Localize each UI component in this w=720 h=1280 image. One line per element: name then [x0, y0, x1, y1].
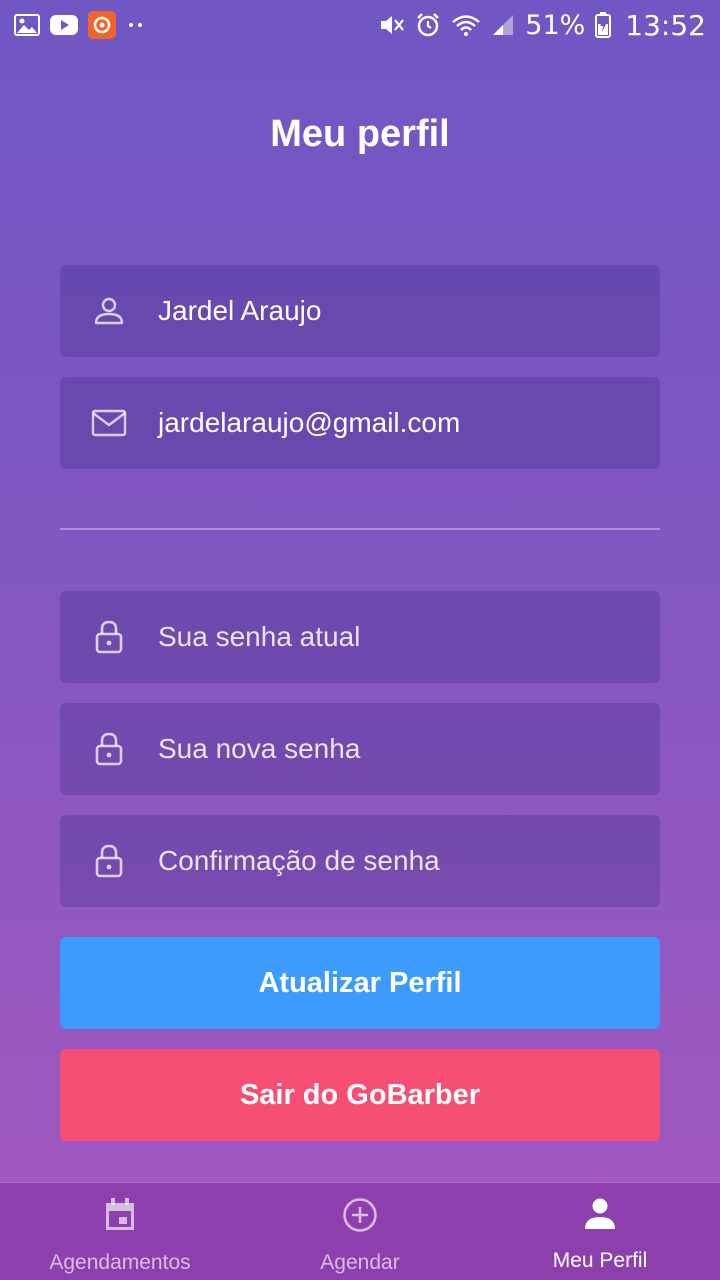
email-value: jardelaraujo@gmail.com: [158, 407, 461, 438]
lock-icon: [60, 731, 158, 767]
lock-icon: [60, 843, 158, 879]
status-bar: 51% 13:52: [0, 0, 720, 50]
current-password-field[interactable]: Sua senha atual: [60, 591, 660, 683]
user-icon: [60, 295, 158, 327]
plus-circle-icon: [342, 1197, 378, 1238]
alarm-icon: [415, 12, 441, 38]
tab-label: Agendar: [320, 1251, 400, 1274]
mail-icon: [60, 409, 158, 437]
signal-icon: [491, 13, 515, 37]
divider: [60, 528, 660, 530]
gallery-icon: [14, 14, 40, 36]
page-title: Meu perfil: [270, 113, 450, 155]
battery-percent: 51%: [525, 9, 586, 41]
person-icon: [584, 1197, 616, 1236]
bottom-tab-bar: Agendamentos Agendar Meu Perfil: [0, 1182, 720, 1280]
tab-label: Meu Perfil: [552, 1249, 648, 1272]
wifi-icon: [451, 13, 481, 37]
app-notification-icon: [88, 11, 116, 39]
email-field[interactable]: jardelaraujo@gmail.com: [60, 377, 660, 469]
youtube-icon: [50, 15, 78, 35]
confirm-password-field[interactable]: Confirmação de senha: [60, 815, 660, 907]
tab-agendamentos[interactable]: Agendamentos: [0, 1183, 240, 1280]
name-field[interactable]: Jardel Araujo: [60, 265, 660, 357]
current-password-placeholder: Sua senha atual: [158, 621, 361, 652]
new-password-placeholder: Sua nova senha: [158, 733, 361, 764]
new-password-field[interactable]: Sua nova senha: [60, 703, 660, 795]
confirm-password-placeholder: Confirmação de senha: [158, 845, 440, 876]
tab-meu-perfil[interactable]: Meu Perfil: [480, 1183, 720, 1280]
clock: 13:52: [625, 8, 706, 42]
name-value: Jardel Araujo: [158, 295, 322, 326]
status-bar-left: [14, 11, 146, 39]
status-bar-right: 51% 13:52: [379, 9, 706, 42]
calendar-icon: [103, 1197, 137, 1238]
lock-icon: [60, 619, 158, 655]
logout-button[interactable]: Sair do GoBarber: [60, 1049, 660, 1141]
more-dots-icon: [126, 21, 146, 29]
mute-icon: [379, 13, 405, 37]
tab-label: Agendamentos: [49, 1251, 191, 1274]
update-profile-button[interactable]: Atualizar Perfil: [60, 937, 660, 1029]
tab-agendar[interactable]: Agendar: [240, 1183, 480, 1280]
battery-icon: [595, 12, 612, 38]
